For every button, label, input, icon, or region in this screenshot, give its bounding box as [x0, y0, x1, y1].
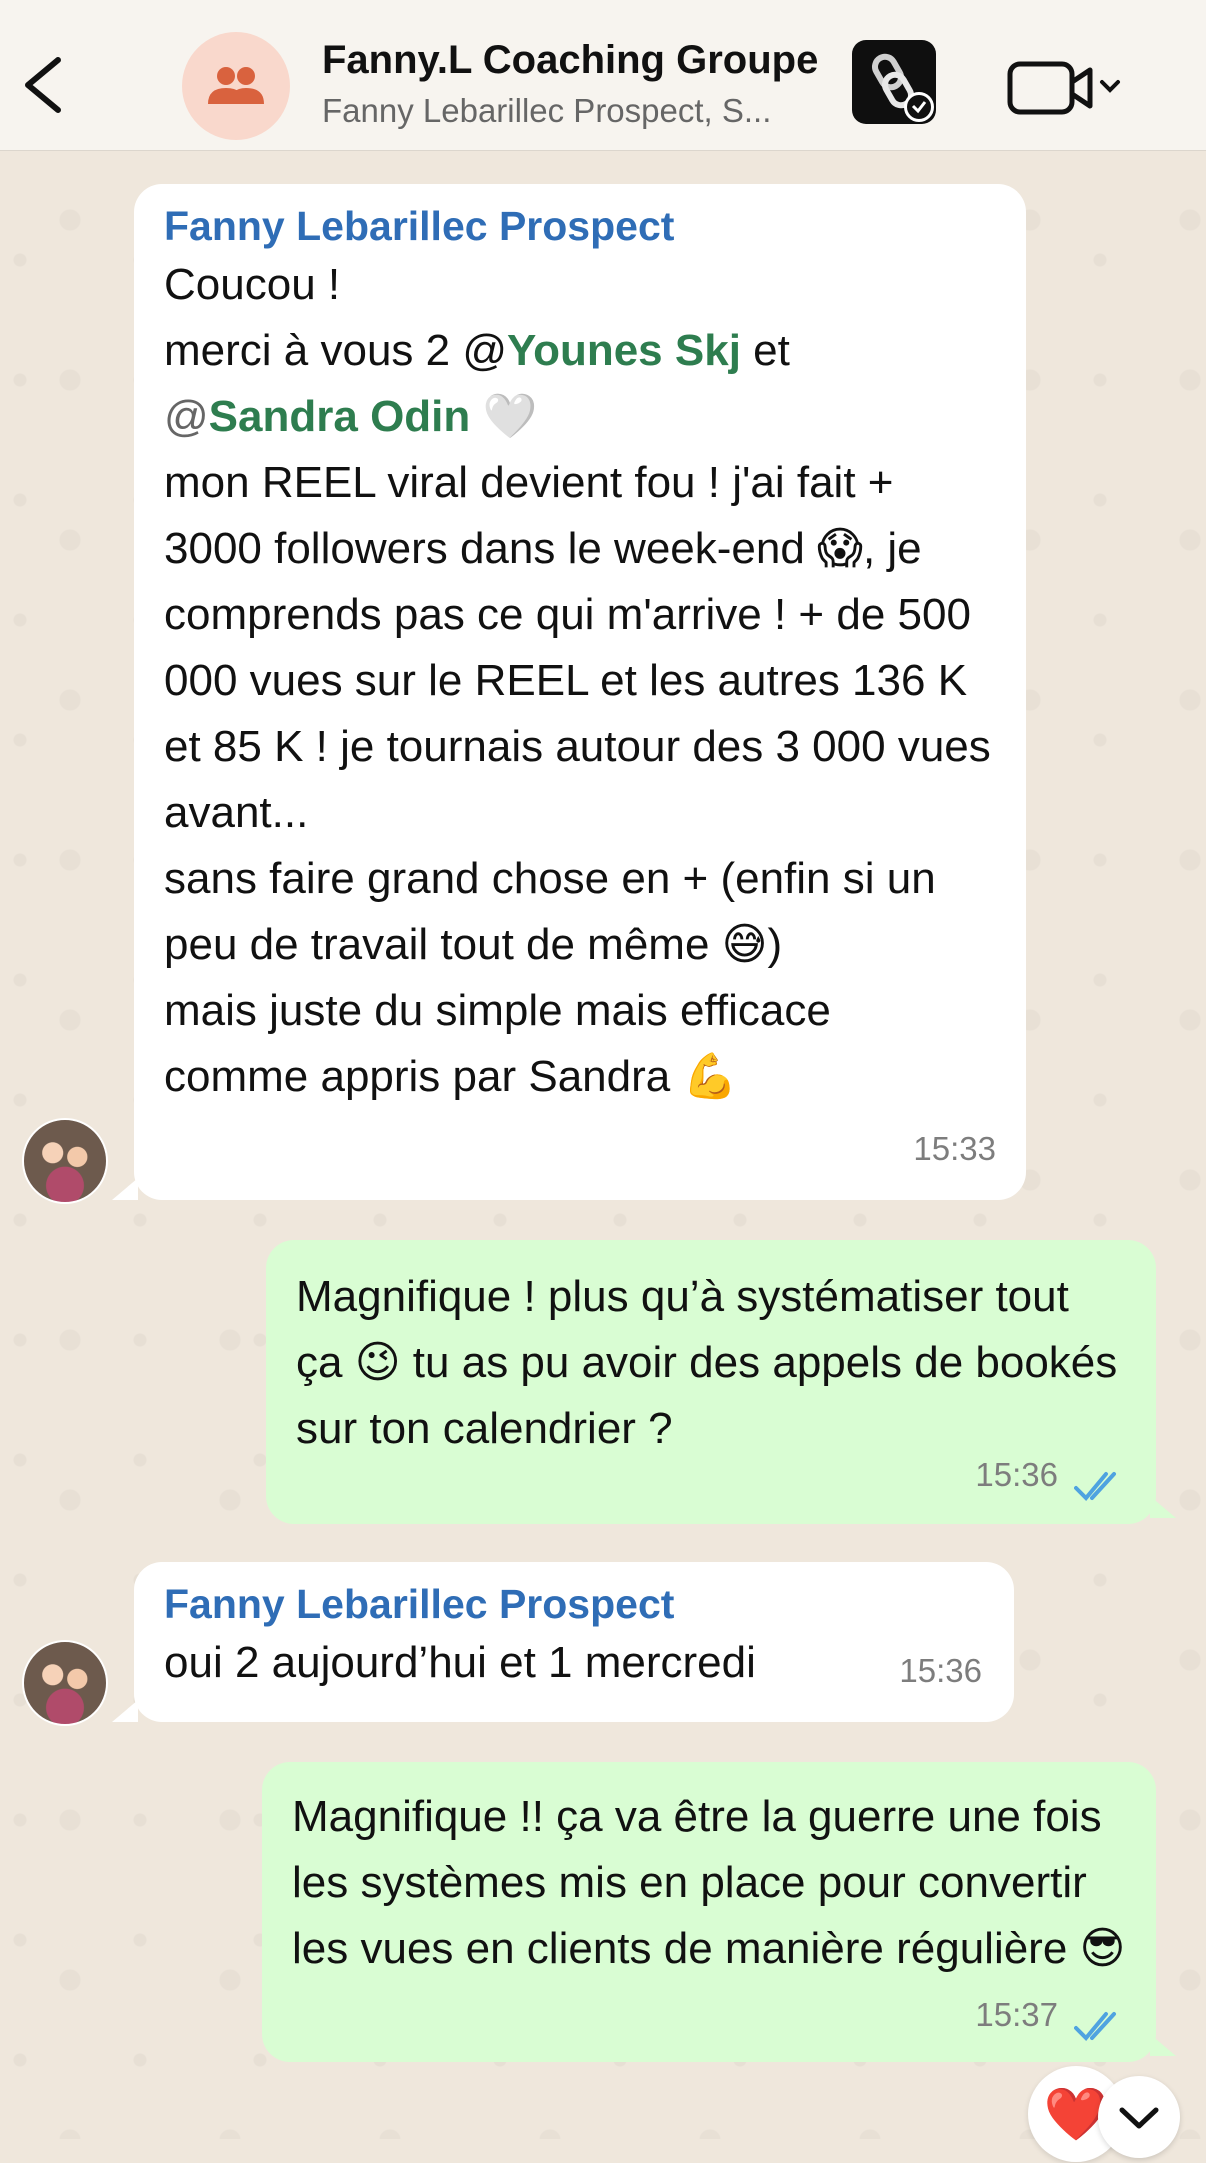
message-fragment: ) [767, 920, 783, 969]
message-fragment: tu as pu avoir des appels de bookés sur … [296, 1338, 1118, 1453]
chat-subtitle[interactable]: Fanny Lebarillec Prospect, S... [322, 92, 771, 130]
message-fragment: Magnifique !! ça va être la guerre une f… [292, 1792, 1102, 1973]
message-line: merci à vous 2 @Younes Skj et [164, 318, 996, 384]
video-camera-icon [1007, 61, 1120, 115]
message-bubble[interactable]: Fanny Lebarillec Prospect Coucou ! merci… [134, 184, 1026, 1200]
message-sender[interactable]: Fanny Lebarillec Prospect [164, 200, 996, 252]
bubble-tail [112, 1178, 138, 1200]
bubble-tail [112, 1700, 138, 1722]
chevron-down-icon [1119, 2107, 1159, 2129]
white-heart-emoji: 🤍 [482, 391, 538, 442]
message-text: oui 2 aujourd’hui et 1 mercredi [164, 1638, 756, 1687]
sunglasses-emoji: 😎 [1079, 1923, 1126, 1974]
message-paragraph: mais juste du simple mais efficace comme… [164, 978, 854, 1110]
message-text: Magnifique ! plus qu’à systématiser tout… [296, 1264, 1126, 1462]
mention[interactable]: Younes Skj [507, 326, 741, 375]
wink-emoji: 😉 [354, 1337, 401, 1388]
message-fragment: sans faire grand chose en + (enfin si un… [164, 854, 936, 969]
flexed-biceps-emoji: 💪 [682, 1051, 738, 1102]
back-button[interactable] [18, 52, 74, 118]
message-line: @Sandra Odin 🤍 [164, 384, 996, 450]
group-icon [208, 67, 264, 104]
sweat-smile-emoji: 😅 [721, 919, 768, 970]
chat-header: Fanny.L Coaching Groupe Fanny Lebarillec… [0, 0, 1206, 151]
message-paragraph: mon REEL viral devient fou ! j'ai fait +… [164, 450, 996, 846]
message-time: 15:37 [975, 1996, 1058, 2033]
group-avatar[interactable] [182, 32, 290, 140]
message-paragraph: sans faire grand chose en + (enfin si un… [164, 846, 996, 978]
message-text: Magnifique !! ça va être la guerre une f… [292, 1784, 1126, 1982]
message-time: 15:36 [975, 1456, 1058, 1493]
video-call-button[interactable] [1006, 58, 1126, 118]
chevron-left-icon [25, 57, 61, 113]
read-ticks-icon [1074, 2012, 1116, 2041]
mention-prefix: @ [164, 392, 209, 441]
sender-avatar[interactable] [22, 1118, 108, 1204]
chat-title[interactable]: Fanny.L Coaching Groupe [322, 38, 818, 83]
message-time: 15:33 [913, 1130, 996, 1167]
scroll-down-button[interactable] [1098, 2076, 1180, 2158]
mention-prefix: merci à vous 2 @ [164, 326, 507, 375]
message-text: Coucou ! merci à vous 2 @Younes Skj et @… [164, 252, 996, 1110]
mention[interactable]: Sandra Odin [209, 392, 471, 441]
message-sender[interactable]: Fanny Lebarillec Prospect [164, 1578, 984, 1630]
message-bubble[interactable]: Magnifique !! ça va être la guerre une f… [262, 1762, 1156, 2062]
message-line: Coucou ! [164, 260, 341, 309]
scream-emoji: 😱 [817, 523, 863, 574]
message-fragment: et [740, 326, 790, 375]
verified-check-icon [904, 92, 934, 122]
message-bubble[interactable]: Fanny Lebarillec Prospect oui 2 aujourd’… [134, 1562, 1014, 1722]
message-fragment: mon REEL viral devient fou ! j'ai fait +… [164, 458, 894, 573]
message-time: 15:36 [899, 1652, 982, 1689]
message-bubble[interactable]: Magnifique ! plus qu’à systématiser tout… [266, 1240, 1156, 1524]
sender-avatar[interactable] [22, 1640, 108, 1726]
read-ticks-icon [1074, 1472, 1116, 1501]
community-thumbnail[interactable] [852, 40, 936, 124]
